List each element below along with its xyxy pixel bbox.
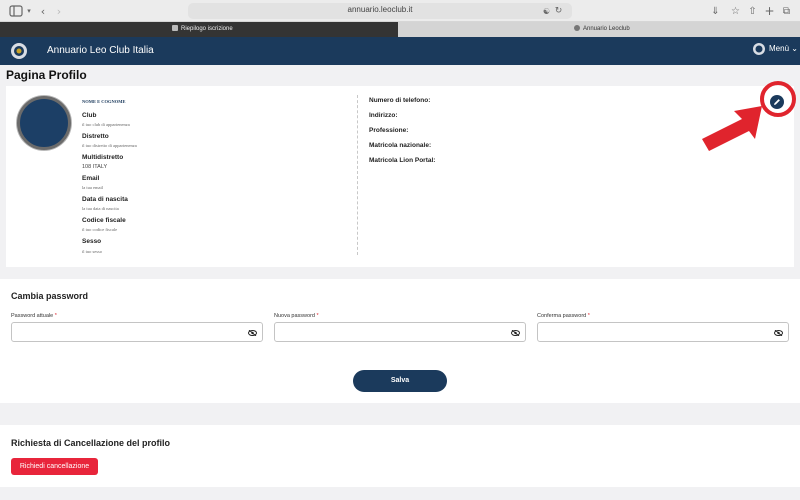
password-section-title: Cambia password xyxy=(11,291,89,301)
page-title: Pagina Profilo xyxy=(6,68,87,82)
sex-value: il tuo sesso xyxy=(82,249,103,254)
menu-button[interactable]: Menù ⌄ xyxy=(769,44,798,53)
address-bar[interactable]: annuario.leoclub.it xyxy=(188,3,572,19)
national-id-label: Matricola nazionale: xyxy=(369,142,432,149)
tabs-icon[interactable]: ⧉ xyxy=(781,4,792,18)
fiscal-code-value: il tuo codice fiscale xyxy=(82,227,118,232)
email-label: Email xyxy=(82,175,100,182)
share-icon[interactable]: ⇧ xyxy=(747,4,758,18)
profession-label: Professione: xyxy=(369,127,409,134)
email-value: la tua email xyxy=(82,185,103,190)
distretto-value: il tuo distretto di appartenenza xyxy=(82,143,137,148)
sidebar-icon[interactable] xyxy=(9,4,23,18)
confirm-password-label-text: Conferma password xyxy=(537,313,587,319)
address-label: Indirizzo: xyxy=(369,112,398,119)
tab-label: Riepilogo iscrizione xyxy=(181,26,233,32)
leo-logo-icon xyxy=(574,25,580,32)
chevron-down-icon[interactable]: ▾ xyxy=(25,4,33,18)
new-password-label-text: Nuova password xyxy=(274,313,315,319)
eye-off-icon[interactable] xyxy=(774,330,783,336)
save-button[interactable]: Salva xyxy=(353,370,447,392)
tab-annuario[interactable]: Annuario Leoclub xyxy=(398,22,800,37)
menu-label: Menù xyxy=(769,44,790,53)
leo-logo-icon xyxy=(753,43,765,55)
annotation-circle xyxy=(760,81,796,117)
lion-portal-id-label: Matricola Lion Portal: xyxy=(369,157,436,164)
star-icon[interactable]: ☆ xyxy=(730,4,741,18)
tab-riepilogo[interactable]: Riepilogo iscrizione xyxy=(0,22,398,37)
new-password-input[interactable] xyxy=(274,322,526,342)
leo-logo-icon[interactable] xyxy=(10,42,28,60)
annotation-arrow-icon xyxy=(702,106,762,151)
current-password-input[interactable] xyxy=(11,322,263,342)
required-marker: * xyxy=(316,313,319,319)
profile-divider xyxy=(357,95,358,255)
brand-name[interactable]: Annuario Leo Club Italia xyxy=(47,45,154,56)
back-icon[interactable]: ‹ xyxy=(39,4,47,18)
reload-icon[interactable]: ↻ xyxy=(554,4,563,18)
translate-icon[interactable]: ☯ xyxy=(541,4,552,18)
current-password-label: Password attuale * xyxy=(11,313,57,319)
eye-off-icon[interactable] xyxy=(511,330,520,336)
sex-label: Sesso xyxy=(82,238,102,245)
chevron-down-icon: ⌄ xyxy=(791,44,798,53)
tab-favicon-icon xyxy=(172,25,178,32)
required-marker: * xyxy=(54,313,57,319)
delete-card xyxy=(0,425,800,487)
confirm-password-label: Conferma password * xyxy=(537,313,590,319)
eye-off-icon[interactable] xyxy=(248,330,257,336)
forward-icon[interactable]: › xyxy=(55,4,63,18)
required-marker: * xyxy=(587,313,590,319)
club-label: Club xyxy=(82,112,97,119)
fiscal-code-label: Codice fiscale xyxy=(82,217,126,224)
delete-section-title: Richiesta di Cancellazione del profilo xyxy=(11,438,171,448)
profile-card xyxy=(6,86,794,267)
multidistretto-label: Multidistretto xyxy=(82,154,124,161)
phone-label: Numero di telefono: xyxy=(369,97,431,104)
plus-icon[interactable]: + xyxy=(764,4,775,18)
request-deletion-button[interactable]: Richiedi cancellazione xyxy=(11,458,98,475)
avatar xyxy=(17,96,71,150)
tab-label: Annuario Leoclub xyxy=(583,26,630,32)
birthdate-label: Data di nascita xyxy=(82,196,128,203)
distretto-label: Distretto xyxy=(82,133,109,140)
current-password-label-text: Password attuale xyxy=(11,313,54,319)
browser-tab-strip: Riepilogo iscrizione Annuario Leoclub xyxy=(0,22,800,37)
club-value: il tuo club di appartenenza xyxy=(82,122,130,127)
confirm-password-input[interactable] xyxy=(537,322,789,342)
browser-toolbar: ▾ ‹ › G annuario.leoclub.it ☯ ↻ ⇓ ☆ ⇧ + … xyxy=(0,0,800,22)
birthdate-value: la tua data di nascita xyxy=(82,206,119,211)
new-password-label: Nuova password * xyxy=(274,313,319,319)
name-label: NOME E COGNOME xyxy=(82,99,126,104)
app-navbar: Annuario Leo Club Italia Menù ⌄ xyxy=(0,37,800,65)
download-icon[interactable]: ⇓ xyxy=(710,4,721,18)
url-text: annuario.leoclub.it xyxy=(347,5,413,14)
multidistretto-value: 108 ITALY xyxy=(82,164,108,170)
